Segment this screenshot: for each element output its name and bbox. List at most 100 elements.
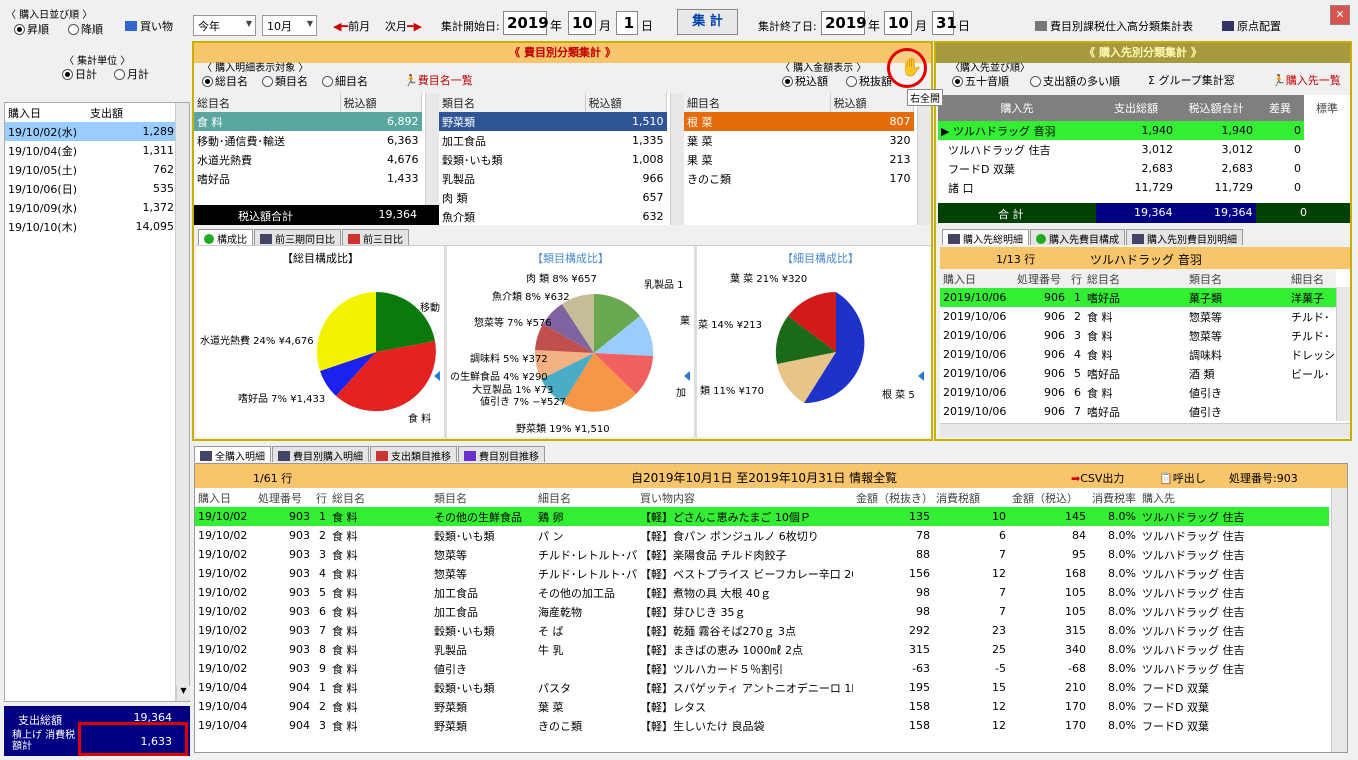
tab-shop-item-detail[interactable]: 購入先別費目別明細	[1126, 229, 1243, 246]
expand-arrow[interactable]	[684, 371, 690, 381]
item-list-button[interactable]: 🏃費目名一覧	[404, 72, 473, 88]
scrollbar[interactable]	[175, 103, 189, 701]
left-scroll-arrow[interactable]: ▼	[176, 686, 190, 700]
table-row[interactable]: 2019/10/06 906 5 嗜好品酒 類ビール･	[940, 364, 1336, 383]
table-row[interactable]: 19/10/029034食 料惣菜等チルド･レトルト･パウチ【軽】ベストプライス…	[195, 564, 1329, 583]
calc-button[interactable]: 集 計	[677, 9, 738, 35]
table-row[interactable]: フードD 双葉 2,683 2,683 0	[938, 159, 1350, 178]
shop-list-button[interactable]: 🏃購入先一覧	[1272, 72, 1341, 88]
table-row[interactable]: 果 菜 213	[684, 150, 914, 169]
table-row[interactable]: 2019/10/06 906 2 食 料惣菜等 チルド･	[940, 307, 1336, 326]
next-month-button[interactable]: 次月━▶	[385, 18, 422, 34]
end-year-field[interactable]: 2019	[821, 11, 867, 35]
end-day-field[interactable]: 31	[932, 11, 957, 35]
arrow-left-icon: ◀━	[333, 20, 349, 33]
group-button[interactable]: Σ グループ集計窓	[1148, 72, 1235, 88]
table-row[interactable]: 19/10/02(水) 1,289	[5, 122, 177, 141]
tab-item-trend[interactable]: 費目別目推移	[458, 446, 545, 463]
table-row[interactable]: 諸 口 11,729 11,729 0	[938, 178, 1350, 197]
table-row[interactable]: 19/10/04 904 1 食 料穀類･いも類 パスタ 【軽】スパゲッティ アントニオデ…	[195, 678, 1329, 697]
shop-sort-amount-radio[interactable]: 支出額の多い順	[1030, 73, 1120, 89]
table-row[interactable]: 19/10/10(木) 14,095	[5, 217, 177, 236]
origin-button[interactable]: 原点配置	[1222, 18, 1281, 34]
table-row[interactable]: 19/10/02 903 2 食 料穀類･いも類パ ン【軽】食パン ボンジュルノ 6枚…	[195, 526, 1329, 545]
table-row[interactable]: 乳製品 966	[439, 169, 667, 188]
target-r1-radio[interactable]: 総目名	[202, 73, 248, 89]
table-row[interactable]: 加工食品 1,335	[439, 131, 667, 150]
target-r2-radio[interactable]: 類目名	[262, 73, 308, 89]
table-row[interactable]: 移動･通信費･輸送 6,363	[194, 131, 422, 150]
unit-daily-radio[interactable]: 日計	[62, 66, 97, 82]
scrollbar[interactable]	[670, 93, 684, 225]
table-row[interactable]: 19/10/09(水) 1,372	[5, 198, 177, 217]
shop-sort-kana-radio[interactable]: 五十音順	[952, 73, 1009, 89]
start-month-field[interactable]: 10	[568, 11, 596, 35]
table-row[interactable]: 19/10/04(金) 1,311	[5, 141, 177, 160]
table-row[interactable]: 19/10/02 903 7 食 料穀類･いも類そ ば【軽】乾麺 霧谷そば270ｇ 3…	[195, 621, 1329, 640]
table-row[interactable]: 19/10/04 904 3 食 料野菜類 きのこ類 【軽】生しいたけ 良品袋 158 12 1…	[195, 716, 1329, 735]
scrollbar[interactable]	[1331, 488, 1347, 752]
expand-button[interactable]: ✋	[887, 48, 927, 88]
scrollbar[interactable]	[1336, 287, 1350, 421]
tab-item-details[interactable]: 費目別購入明細	[272, 446, 369, 463]
start-day-field[interactable]: 1	[616, 11, 638, 35]
year-select[interactable]: 今年	[193, 15, 256, 36]
table-row[interactable]: 19/10/029033食 料惣菜等チルド･レトルト･パウチ【軽】楽陽食品 チル…	[195, 545, 1329, 564]
unit-monthly-radio[interactable]: 月計	[114, 66, 149, 82]
tab-shop-composition[interactable]: 購入先費目構成	[1030, 229, 1125, 246]
table-row[interactable]: 19/10/02 903 9 食 料値引き 【軽】ツルハカード５％割引 -63 -5 -68 8…	[195, 659, 1329, 678]
tab-all-details[interactable]: 全購入明細	[194, 446, 271, 463]
amount-tax-radio[interactable]: 税込額	[782, 73, 828, 89]
table-row[interactable]: 19/10/02 903 1 食 料その他の生鮮食品鶏 卵【軽】どさんこ恵みたまご 1…	[195, 507, 1329, 526]
table-row[interactable]: 魚介類 632	[439, 207, 667, 226]
target-r3-radio[interactable]: 細目名	[322, 73, 368, 89]
day-unit: 日	[641, 19, 654, 33]
expand-arrow[interactable]	[918, 371, 924, 381]
table-row[interactable]: ▶ ツルハドラッグ 音羽 1,940 1,940 0	[938, 121, 1350, 140]
table-row[interactable]: 2019/10/06 906 1 嗜好品 菓子類 洋菓子	[940, 288, 1336, 307]
amount-notax-radio[interactable]: 税抜額	[846, 73, 892, 89]
table-row[interactable]: 19/10/04 904 2 食 料野菜類葉 菜【軽】レタス 158 12 170 8.0% フ…	[195, 697, 1329, 716]
h-scrollbar[interactable]	[940, 423, 1350, 437]
chart-label: 食 料	[408, 414, 432, 425]
table-row[interactable]: きのこ類 170	[684, 169, 914, 188]
expand-arrow[interactable]	[434, 371, 440, 381]
tab-shop-detail[interactable]: 購入先総明細	[942, 229, 1029, 246]
table-row[interactable]: 野菜類 1,510	[439, 112, 667, 131]
tab-composition[interactable]: 構成比	[198, 229, 253, 246]
table-row[interactable]: 肉 類 657	[439, 188, 667, 207]
table-row[interactable]: 2019/10/06 906 6 食 料値引き	[940, 383, 1336, 402]
sort-asc-radio[interactable]: 昇順	[14, 21, 49, 37]
table-row[interactable]: 19/10/05(土) 762	[5, 160, 177, 179]
table-row[interactable]: ツルハドラッグ 住吉 3,012 3,012 0	[938, 140, 1350, 159]
table-row[interactable]: 19/10/02 903 5 食 料加工食品 その他の加工品 【軽】煮物の具 大根 40ｇ…	[195, 583, 1329, 602]
shopping-button[interactable]: 買い物	[125, 18, 173, 34]
scrollbar[interactable]	[917, 93, 931, 225]
scrollbar[interactable]	[425, 93, 439, 205]
prev-month-button[interactable]: ◀━前月	[333, 18, 370, 34]
table-row[interactable]: 葉 菜 320	[684, 131, 914, 150]
tab-class-trend[interactable]: 支出類目推移	[370, 446, 457, 463]
start-year-field[interactable]: 2019	[503, 11, 549, 35]
table-row[interactable]: 19/10/02 903 6 食 料加工食品 海産乾物 【軽】芽ひじき 35ｇ 98 7 105…	[195, 602, 1329, 621]
table-row[interactable]: 嗜好品 1,433	[194, 169, 422, 188]
report-button[interactable]: 費目別課税仕入高分類集計表	[1035, 18, 1193, 34]
tab-prev3-day[interactable]: 前三日比	[342, 229, 409, 246]
table-row[interactable]: 19/10/06(日) 535	[5, 179, 177, 198]
table-row[interactable]: 食 料 6,892	[194, 112, 422, 131]
runner-icon: 🏃	[1272, 74, 1286, 87]
table-row[interactable]: 水道光熱費 4,676	[194, 150, 422, 169]
call-button[interactable]: 📋呼出し	[1159, 470, 1206, 486]
close-button[interactable]: ✕	[1330, 5, 1350, 25]
table-row[interactable]: 19/10/02 903 8 食 料乳製品牛 乳【軽】まきばの恵み 1000㎖ 2点 3…	[195, 640, 1329, 659]
table-row[interactable]: 根 菜 807	[684, 112, 914, 131]
sort-desc-radio[interactable]: 降順	[68, 21, 103, 37]
csv-button[interactable]: ➡CSV出力	[1071, 470, 1124, 486]
month-select[interactable]: 10月	[262, 15, 317, 36]
table-row[interactable]: 2019/10/06 906 3 食 料惣菜等 チルド･	[940, 326, 1336, 345]
end-month-field[interactable]: 10	[884, 11, 912, 35]
table-row[interactable]: 穀類･いも類 1,008	[439, 150, 667, 169]
table-row[interactable]: 2019/10/06 906 4 食 料調味料 ドレッシ	[940, 345, 1336, 364]
table-row[interactable]: 2019/10/06 906 7 嗜好品 値引き	[940, 402, 1336, 421]
tab-prev3-period[interactable]: 前三期同日比	[254, 229, 341, 246]
